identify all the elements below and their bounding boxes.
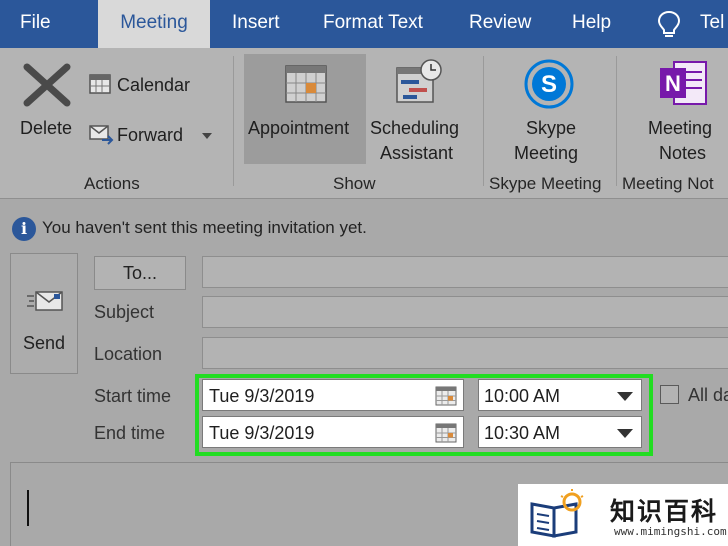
location-field[interactable] xyxy=(202,337,728,369)
tab-insert[interactable]: Insert xyxy=(232,0,280,48)
ribbon-tab-bar: File Meeting Insert Format Text Review H… xyxy=(0,0,728,48)
lightbulb-icon[interactable] xyxy=(656,10,682,40)
subject-field[interactable] xyxy=(202,296,728,328)
scheduling-assistant-button-line2[interactable]: Assistant xyxy=(380,143,453,164)
onenote-icon: N xyxy=(660,61,707,105)
scheduling-assistant-button-line1[interactable]: Scheduling xyxy=(370,118,459,139)
location-label: Location xyxy=(94,344,163,364)
appointment-icon xyxy=(285,65,327,103)
forward-dropdown-icon[interactable] xyxy=(202,133,212,139)
ribbon: Delete Calendar Forward Actions Appointm… xyxy=(0,48,728,198)
subject-label: Subject xyxy=(94,302,155,322)
text-cursor xyxy=(27,490,29,526)
start-time-label: Start time xyxy=(94,386,172,406)
tab-format-text[interactable]: Format Text xyxy=(323,0,423,48)
send-label: Send xyxy=(22,333,66,353)
all-day-label: All da xyxy=(688,385,728,405)
meeting-notes-group-label: Meeting Not xyxy=(622,174,714,193)
watermark: 知识百科 www.mimingshi.com xyxy=(518,484,728,546)
info-bar: i You haven't sent this meeting invitati… xyxy=(0,198,728,248)
tab-meeting[interactable]: Meeting xyxy=(98,0,210,48)
book-lightbulb-logo-icon xyxy=(530,489,584,538)
scheduling-assistant-icon xyxy=(396,59,442,103)
tell-me-box[interactable]: Tel xyxy=(700,0,724,48)
tab-file[interactable]: File xyxy=(20,0,80,48)
skype-meeting-button-line2[interactable]: Meeting xyxy=(514,143,578,164)
ribbon-separator xyxy=(483,56,484,186)
calendar-icon xyxy=(89,74,111,94)
info-icon: i xyxy=(12,217,36,241)
skype-meeting-button-line1[interactable]: Skype xyxy=(526,118,576,139)
info-message: You haven't sent this meeting invitation… xyxy=(42,218,367,237)
appointment-button[interactable]: Appointment xyxy=(248,118,349,139)
delete-button[interactable]: Delete xyxy=(20,118,72,139)
calendar-button[interactable]: Calendar xyxy=(117,75,190,96)
tab-review[interactable]: Review xyxy=(469,0,531,48)
svg-text:N: N xyxy=(665,71,681,96)
meeting-notes-button-line1[interactable]: Meeting xyxy=(648,118,712,139)
send-button[interactable]: Send xyxy=(10,253,78,374)
skype-icon: S xyxy=(524,59,574,109)
ribbon-separator xyxy=(616,56,617,186)
forward-icon xyxy=(89,125,114,145)
send-envelope-icon xyxy=(27,291,63,311)
show-group-label: Show xyxy=(333,174,376,193)
highlight-box xyxy=(195,374,653,456)
to-button[interactable]: To... xyxy=(94,256,186,290)
forward-button[interactable]: Forward xyxy=(117,125,183,146)
meeting-notes-button-line2[interactable]: Notes xyxy=(659,143,706,164)
all-day-checkbox[interactable] xyxy=(660,385,679,404)
watermark-url: www.mimingshi.com xyxy=(614,525,727,538)
tab-help[interactable]: Help xyxy=(572,0,611,48)
watermark-title: 知识百科 xyxy=(610,497,719,526)
delete-icon xyxy=(23,63,71,107)
end-time-label: End time xyxy=(94,423,166,443)
actions-group-label: Actions xyxy=(84,174,140,193)
to-field[interactable] xyxy=(202,256,728,288)
skype-meeting-group-label: Skype Meeting xyxy=(489,174,602,193)
ribbon-separator xyxy=(233,56,234,186)
svg-text:S: S xyxy=(541,71,557,98)
